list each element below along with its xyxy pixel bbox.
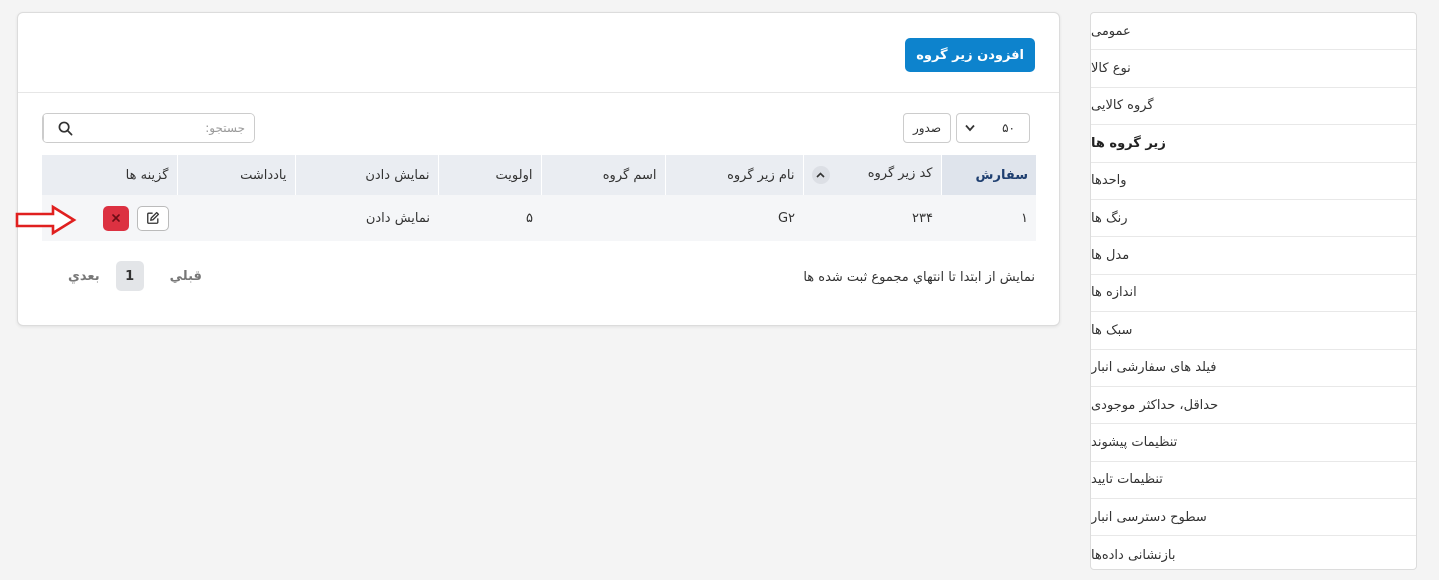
search-input[interactable] [87, 114, 254, 142]
annotation-arrow-icon [15, 204, 77, 236]
page-size-value: ۵۰ [1002, 121, 1015, 135]
sidebar-item-reset-data[interactable]: بازنشانی داده‌ها [1091, 536, 1416, 569]
page-size-select[interactable]: ۵۰ [956, 113, 1030, 143]
cell-code: ۲۳۴ [803, 195, 941, 241]
sidebar-item-general[interactable]: عمومی [1091, 13, 1416, 51]
sidebar-item-product-group[interactable]: گروه کالایی [1091, 88, 1416, 126]
sidebar-item-approval-settings[interactable]: تنظیمات تایید [1091, 462, 1416, 500]
card-header: افزودن زیر گروه [18, 13, 1059, 93]
subgroups-card: افزودن زیر گروه صدور ۵۰ سفارش کد زیر گرو… [17, 12, 1060, 326]
sidebar-item-product-type[interactable]: نوع کالا [1091, 50, 1416, 88]
cell-group [541, 195, 665, 241]
search-button[interactable] [43, 114, 87, 142]
column-header-options: گزینه ها [42, 155, 177, 195]
column-header-order[interactable]: سفارش [940, 155, 1036, 195]
previous-page-button[interactable]: قبلي [166, 269, 206, 284]
table-header-row: سفارش کد زیر گروه نام زیر گروه اسم گروه … [42, 155, 1036, 195]
delete-button[interactable] [103, 205, 129, 231]
export-button[interactable]: صدور [903, 113, 951, 143]
sidebar-item-units[interactable]: واحدها [1091, 163, 1416, 200]
settings-sidebar: عمومی نوع کالا گروه کالایی زیر گروه ها و… [1090, 12, 1417, 570]
search-icon [58, 121, 73, 135]
sidebar-item-styles[interactable]: سبک ها [1091, 312, 1416, 350]
cell-order: ۱ [941, 195, 1036, 241]
sidebar-item-access-levels[interactable]: سطوح دسترسی انبار [1091, 499, 1416, 537]
sidebar-item-models[interactable]: مدل ها [1091, 237, 1416, 275]
next-page-button[interactable]: بعدي [64, 269, 104, 284]
column-header-name[interactable]: نام زیر گروه [664, 155, 803, 195]
pagination: بعدي 1 قبلي [64, 261, 206, 291]
cell-note [177, 195, 295, 241]
chevron-down-icon [965, 124, 975, 132]
cell-display: نمایش دادن [295, 195, 438, 241]
edit-button[interactable] [137, 205, 169, 231]
sidebar-item-colors[interactable]: رنگ ها [1091, 200, 1416, 238]
column-header-display[interactable]: نمایش دادن [294, 155, 438, 195]
sidebar-item-sizes[interactable]: اندازه ها [1091, 275, 1416, 313]
edit-icon [147, 211, 160, 224]
cell-name: G۲ [665, 195, 803, 241]
sidebar-item-prefix-settings[interactable]: تنظیمات پیشوند [1091, 424, 1416, 462]
cell-priority: ۵ [438, 195, 541, 241]
close-icon [112, 214, 120, 222]
sidebar-item-custom-fields[interactable]: فیلد های سفارشی انبار [1091, 350, 1416, 387]
add-subgroup-button[interactable]: افزودن زیر گروه [905, 38, 1035, 72]
sort-toggle-icon[interactable] [811, 166, 830, 184]
column-header-priority[interactable]: اولویت [437, 155, 541, 195]
sidebar-item-subgroups[interactable]: زیر گروه ها [1091, 125, 1416, 163]
column-header-group[interactable]: اسم گروه [540, 155, 665, 195]
column-header-code[interactable]: کد زیر گروه [802, 155, 941, 195]
sidebar-item-min-max-stock[interactable]: حداقل، حداکثر موجودی [1091, 387, 1416, 425]
table-info-text: نمایش از ابتدا تا انتهاي مجموع ثبت شده ه… [803, 270, 1035, 285]
table-row: ۱ ۲۳۴ G۲ ۵ نمایش دادن [42, 195, 1036, 241]
page-number-button[interactable]: 1 [115, 261, 144, 291]
search-box [42, 113, 255, 143]
subgroups-table: سفارش کد زیر گروه نام زیر گروه اسم گروه … [42, 155, 1036, 241]
column-header-note[interactable]: یادداشت [176, 155, 295, 195]
